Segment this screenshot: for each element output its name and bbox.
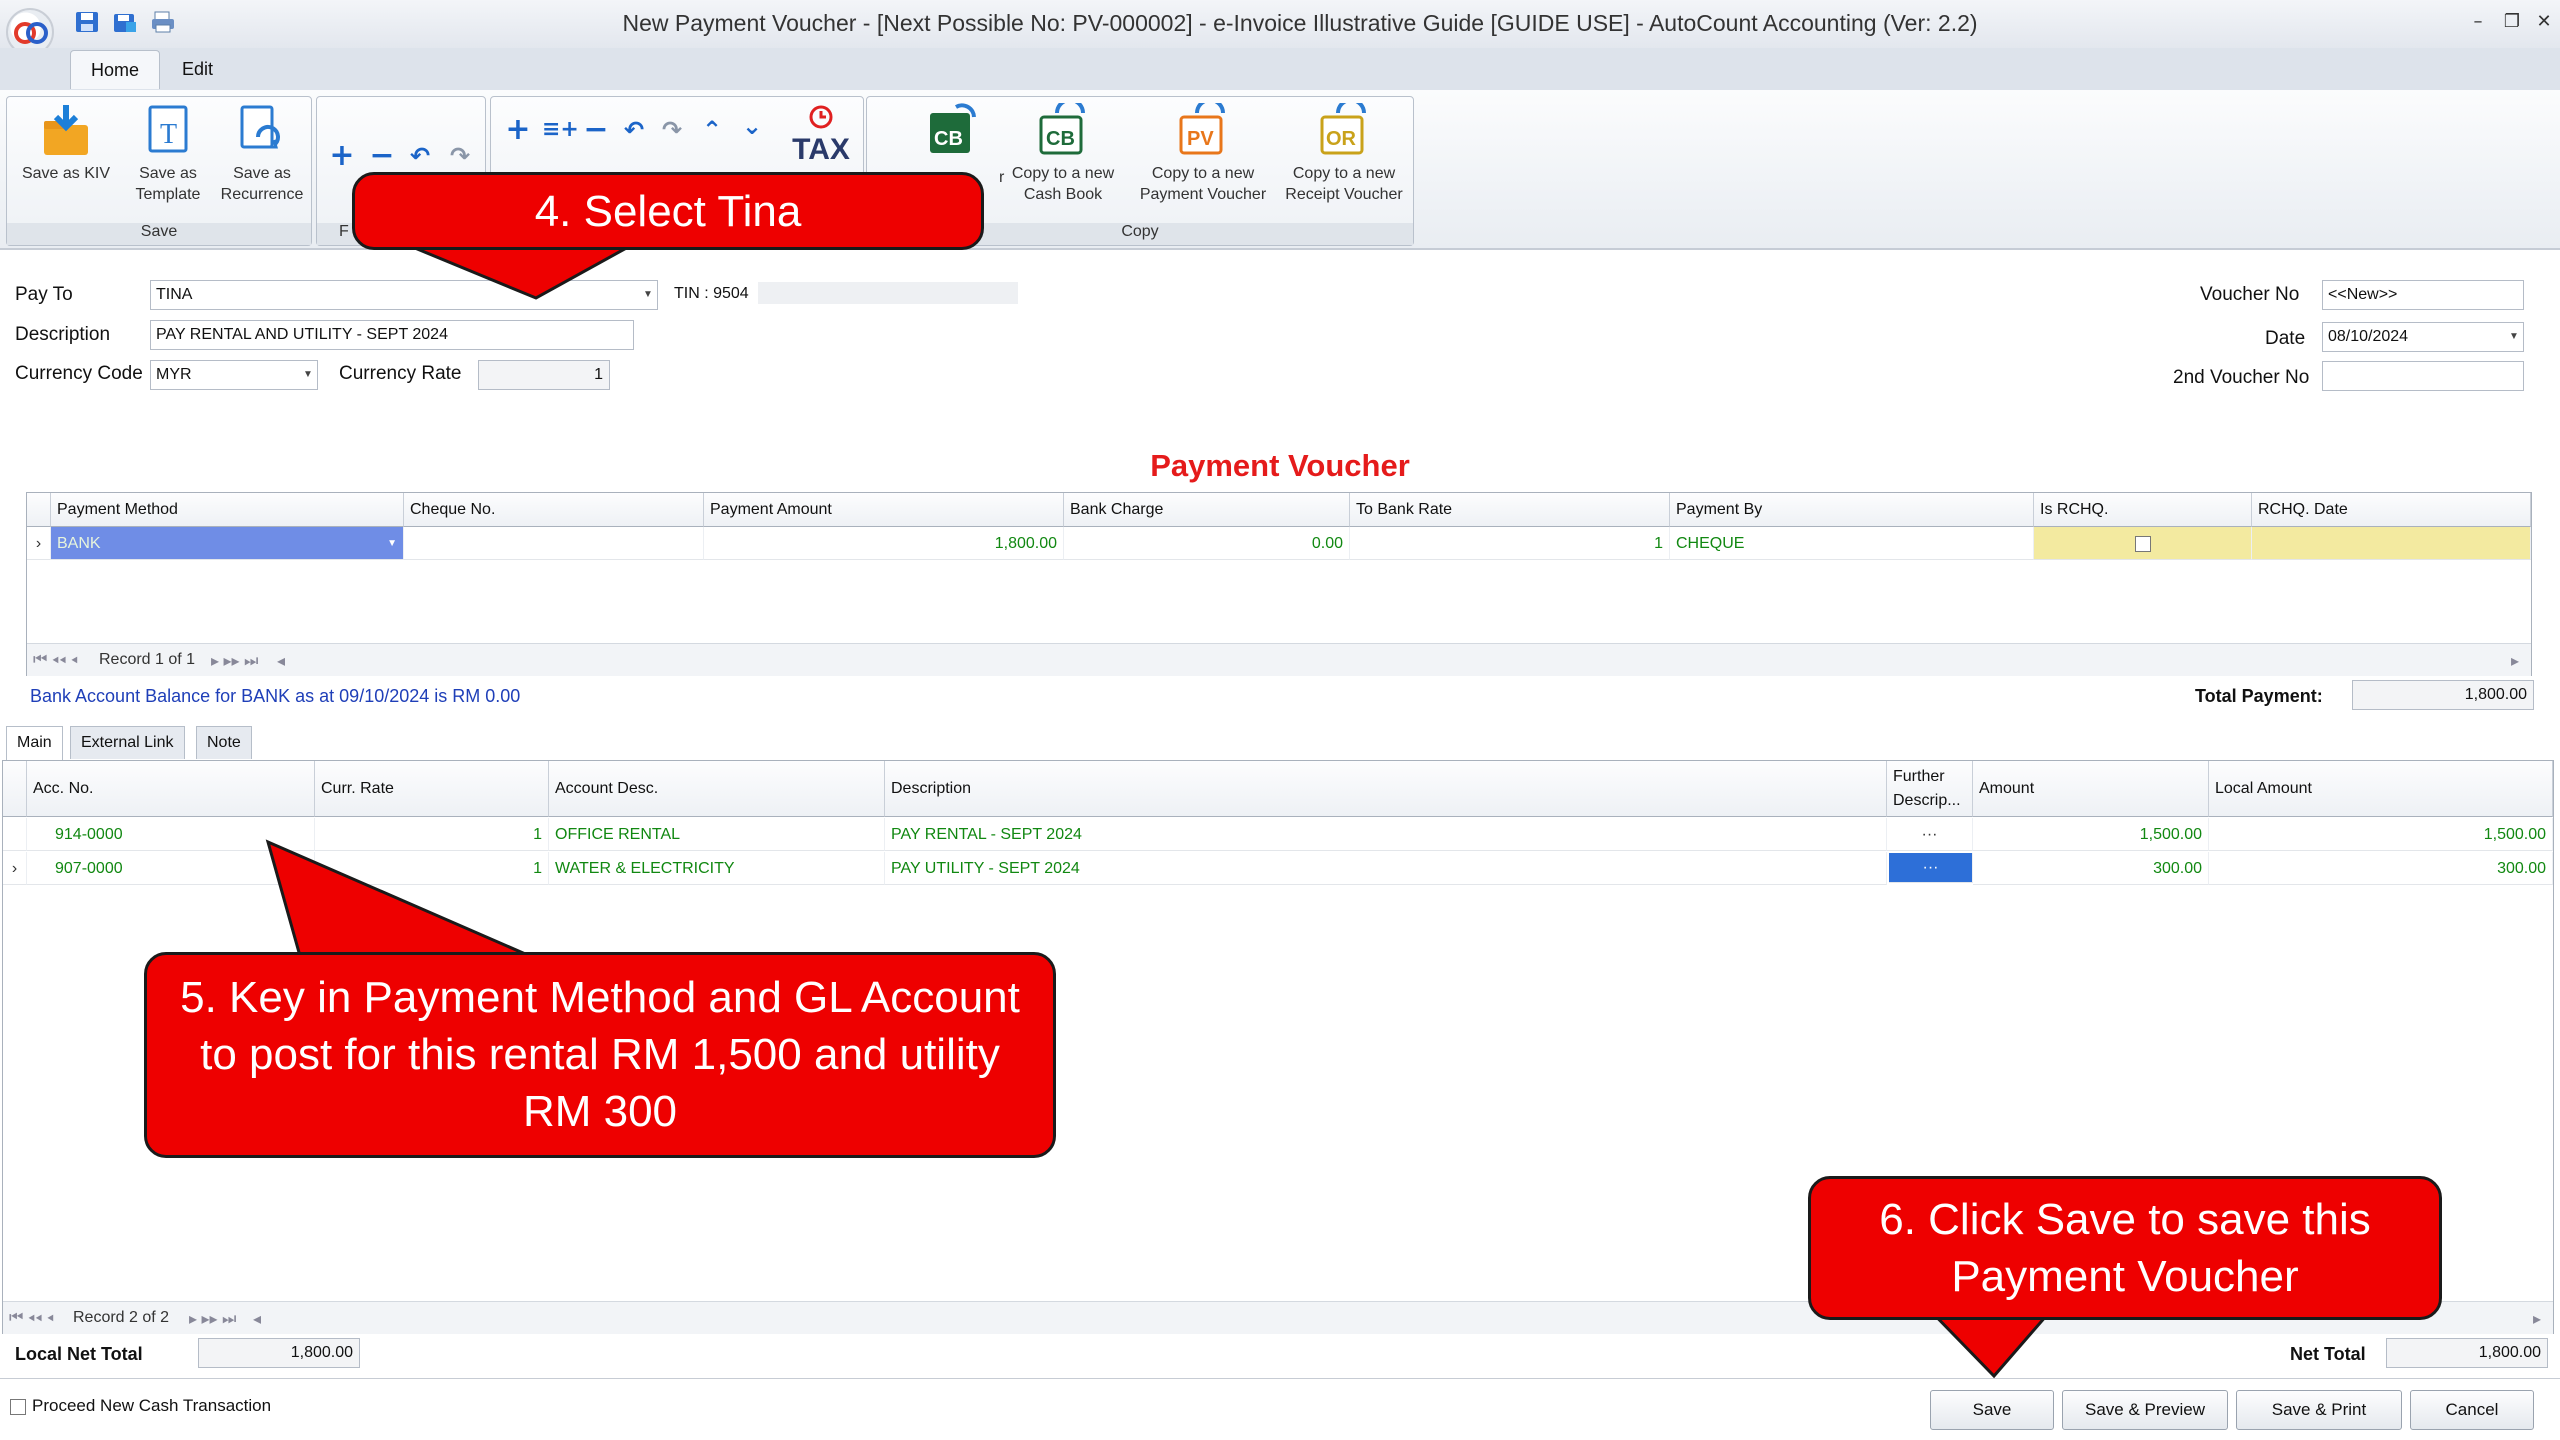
callout-step5-line1: 5. Key in Payment Method and GL Account bbox=[180, 973, 1020, 1022]
callout-step5: 5. Key in Payment Method and GL Account … bbox=[144, 952, 1056, 1158]
step5-pointer bbox=[265, 839, 531, 958]
step4-pointer bbox=[409, 244, 631, 300]
callout-step5-line3: RM 300 bbox=[522, 1087, 678, 1136]
callout-step4: 4. Select Tina bbox=[352, 172, 984, 250]
callout-step6-line1: 6. Click Save to save this bbox=[1879, 1195, 2371, 1244]
callout-step6-line2: Payment Voucher bbox=[1951, 1252, 2299, 1301]
callout-step5-line2: to post for this rental RM 1,500 and uti… bbox=[200, 1030, 1000, 1079]
callout-step6: 6. Click Save to save this Payment Vouch… bbox=[1808, 1176, 2442, 1320]
